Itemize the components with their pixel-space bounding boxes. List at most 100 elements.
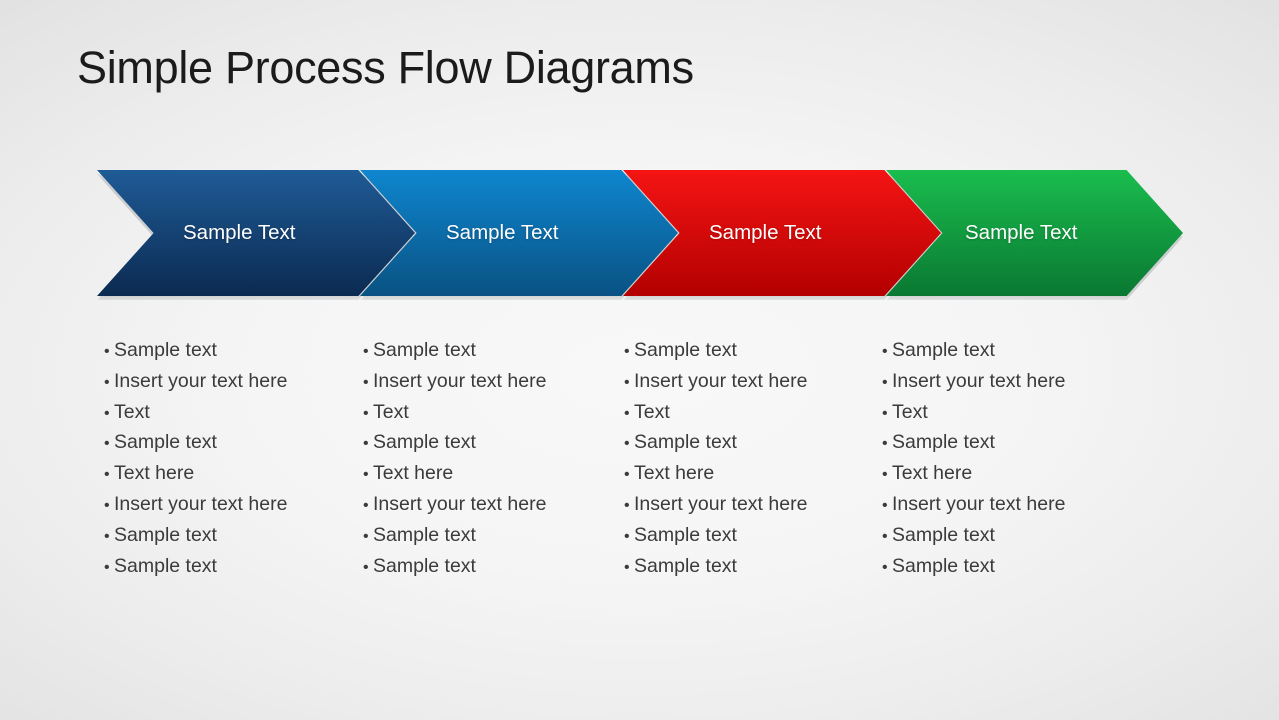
bullet-dot-icon: •	[624, 343, 630, 360]
bullet-list-item-label: Sample text	[373, 339, 476, 361]
bullet-list-item: • Text here	[363, 459, 546, 490]
bullet-list-item: • Sample text	[882, 428, 1065, 459]
bullet-dot-icon: •	[882, 527, 888, 545]
bullet-list-item: • Sample text	[882, 552, 1065, 583]
bullet-list-item-label: Sample text	[892, 339, 995, 361]
bullet-list-item: • Insert your text here	[363, 367, 546, 398]
bullet-list-item: • Sample text	[104, 521, 287, 552]
bullet-list-item-label: Sample text	[373, 431, 476, 454]
bullet-columns: • Sample text • Insert your text here • Text •…	[0, 336, 1279, 586]
bullet-dot-icon: •	[363, 527, 369, 545]
bullet-list-item: • Text	[624, 398, 807, 429]
bullet-list-item-label: Text	[892, 400, 928, 423]
bullet-list-item: • Insert your text here	[363, 490, 546, 521]
process-flow-slide: Simple Process Flow Diagrams Sample Text…	[0, 0, 1279, 720]
bullet-list-item: • Insert your text here	[624, 490, 807, 521]
bullet-dot-icon: •	[363, 343, 369, 360]
bullet-dot-icon: •	[104, 558, 110, 576]
bullet-list-item-label: Text here	[634, 462, 715, 485]
process-arrow-band: Sample Text Sample Text Sample Text Samp…	[0, 170, 1279, 300]
bullet-dot-icon: •	[363, 496, 369, 514]
bullet-list-item-label: Sample text	[634, 523, 737, 546]
bullet-list-item: • Text	[104, 398, 287, 429]
bullet-dot-icon: •	[104, 527, 110, 545]
bullet-list-item-label: Sample text	[114, 523, 217, 546]
bullet-dot-icon: •	[882, 466, 888, 484]
process-step-label-4: Sample Text	[965, 221, 1078, 244]
bullet-dot-icon: •	[104, 466, 110, 484]
bullet-list-item-label: Insert your text here	[373, 369, 547, 392]
bullet-list-item-label: Sample text	[892, 523, 995, 546]
bullet-list-item-label: Text here	[373, 462, 454, 485]
bullet-dot-icon: •	[363, 404, 369, 422]
bullet-list-item-label: Text here	[114, 462, 195, 485]
process-step-label-1: Sample Text	[183, 221, 296, 244]
bullet-list-item-label: Sample text	[114, 431, 217, 454]
bullet-list-item-label: Sample text	[114, 339, 217, 361]
bullet-list-item-label: Insert your text here	[634, 492, 808, 515]
bullet-list-item-label: Text	[373, 400, 409, 423]
bullet-list-item: • Sample text	[104, 428, 287, 459]
process-step-arrow-1[interactable]: Sample Text	[97, 170, 415, 296]
bullet-list-item: • Sample text	[363, 552, 546, 583]
bullet-dot-icon: •	[624, 373, 630, 391]
bullet-dot-icon: •	[104, 435, 110, 453]
bullet-dot-icon: •	[363, 558, 369, 576]
bullet-list-item-label: Sample text	[634, 554, 737, 577]
bullet-list-item: • Sample text	[363, 521, 546, 552]
bullet-list-item-label: Sample text	[114, 554, 217, 577]
bullet-list-item-label: Insert your text here	[892, 492, 1066, 515]
bullet-list-item: • Sample text	[882, 336, 1065, 367]
bullet-list-item-label: Sample text	[892, 554, 995, 577]
bullet-list-item: • Text	[363, 398, 546, 429]
bullet-dot-icon: •	[104, 404, 110, 422]
bullet-list-item: • Sample text	[363, 336, 546, 367]
bullet-column-4: • Sample text • Insert your text here • Text •…	[882, 336, 1065, 582]
bullet-list-item-label: Insert your text here	[892, 369, 1066, 392]
bullet-column-2: • Sample text • Insert your text here • Text •…	[363, 336, 546, 582]
bullet-list-item-label: Sample text	[634, 431, 737, 454]
bullet-list-item: • Sample text	[882, 521, 1065, 552]
bullet-list-item: • Insert your text here	[104, 490, 287, 521]
bullet-dot-icon: •	[624, 435, 630, 453]
bullet-dot-icon: •	[882, 435, 888, 453]
bullet-dot-icon: •	[363, 373, 369, 391]
bullet-list-item: • Insert your text here	[882, 490, 1065, 521]
bullet-list-item: • Sample text	[104, 552, 287, 583]
bullet-list-item: • Insert your text here	[882, 367, 1065, 398]
bullet-list-item-label: Insert your text here	[634, 369, 808, 392]
bullet-list-item: • Text here	[882, 459, 1065, 490]
bullet-list-item: • Sample text	[624, 336, 807, 367]
bullet-list-item-label: Sample text	[892, 431, 995, 454]
bullet-list-item: • Text here	[624, 459, 807, 490]
bullet-list-item: • Text here	[104, 459, 287, 490]
bullet-dot-icon: •	[882, 404, 888, 422]
bullet-dot-icon: •	[882, 373, 888, 391]
process-step-label-3: Sample Text	[709, 221, 822, 244]
bullet-list-item-label: Sample text	[373, 554, 476, 577]
process-step-label-2: Sample Text	[446, 221, 559, 244]
bullet-list-item: • Insert your text here	[624, 367, 807, 398]
bullet-list-item-label: Insert your text here	[114, 492, 288, 515]
bullet-list-item-label: Text here	[892, 462, 973, 485]
bullet-list-item: • Insert your text here	[104, 367, 287, 398]
bullet-dot-icon: •	[104, 343, 110, 360]
bullet-dot-icon: •	[882, 343, 888, 360]
bullet-dot-icon: •	[624, 558, 630, 576]
bullet-column-3: • Sample text • Insert your text here • Text •…	[624, 336, 807, 582]
bullet-dot-icon: •	[624, 496, 630, 514]
bullet-column-1: • Sample text • Insert your text here • Text •…	[104, 336, 287, 582]
bullet-list-item: • Sample text	[624, 552, 807, 583]
bullet-list-item-label: Text	[114, 400, 150, 423]
bullet-list-item: • Sample text	[624, 521, 807, 552]
bullet-list-item: • Sample text	[104, 336, 287, 367]
bullet-list-item: • Sample text	[363, 428, 546, 459]
page-title: Simple Process Flow Diagrams	[77, 42, 694, 93]
bullet-list-item: • Text	[882, 398, 1065, 429]
bullet-list-item-label: Sample text	[373, 523, 476, 546]
bullet-dot-icon: •	[104, 496, 110, 514]
bullet-dot-icon: •	[363, 435, 369, 453]
bullet-list-item-label: Text	[634, 400, 670, 423]
bullet-dot-icon: •	[624, 527, 630, 545]
bullet-dot-icon: •	[363, 466, 369, 484]
